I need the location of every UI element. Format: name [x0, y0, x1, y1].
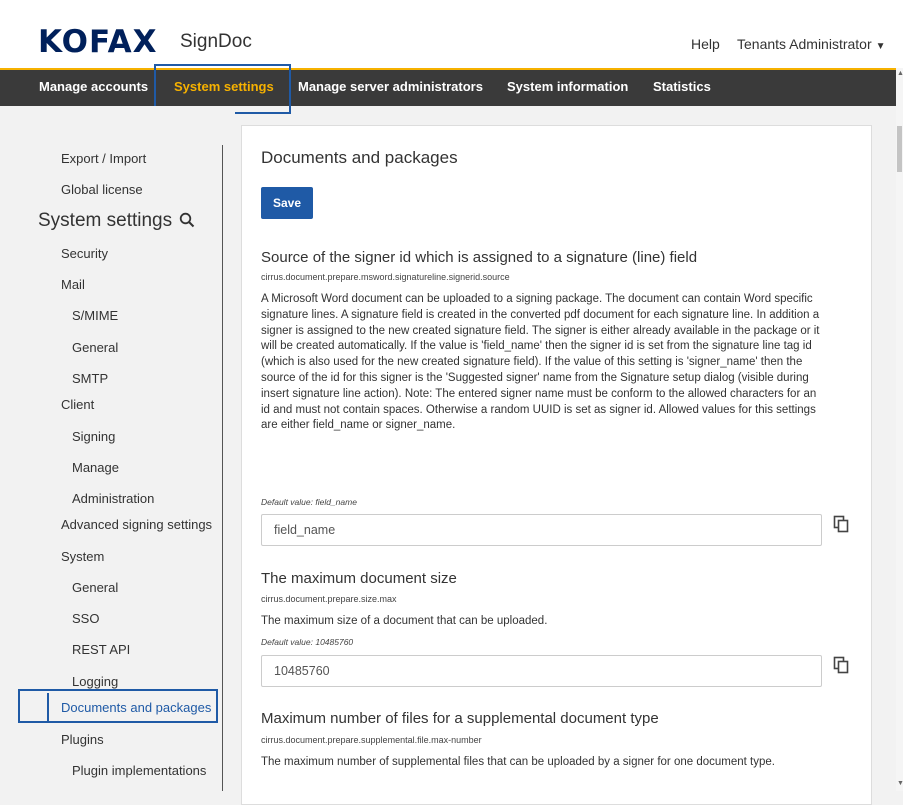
setting-description-max-supplemental-files: The maximum number of supplemental files… [261, 756, 775, 768]
setting-key-max-supplemental-files: cirrus.document.prepare.supplemental.fil… [261, 735, 482, 745]
nav-manage-accounts[interactable]: Manage accounts [39, 79, 148, 94]
sidebar-heading-label: System settings [38, 210, 173, 231]
product-name: SignDoc [180, 31, 252, 52]
kofax-logo: KOFAX [38, 24, 158, 60]
page-title: Documents and packages [261, 148, 458, 167]
save-button[interactable]: Save [261, 187, 313, 219]
sidebar-heading-system-settings: System settings [38, 210, 195, 232]
sidebar-item-client[interactable]: Client [61, 397, 94, 412]
copy-icon[interactable] [833, 515, 849, 533]
app-header: KOFAX SignDoc Help Tenants Administrator… [0, 0, 903, 68]
setting-key-max-document-size: cirrus.document.prepare.size.max [261, 594, 397, 604]
tenant-label: Tenants Administrator [737, 36, 872, 52]
nav-statistics[interactable]: Statistics [653, 79, 711, 94]
tenant-menu[interactable]: Tenants Administrator ▼ [737, 36, 886, 52]
main-nav: Manage accounts System settings Manage s… [0, 68, 903, 106]
setting-default-signer-id-source: Default value: field_name [261, 497, 357, 507]
sidebar-item-logging[interactable]: Logging [72, 674, 118, 689]
setting-default-max-document-size: Default value: 10485760 [261, 637, 354, 647]
sidebar-item-administration[interactable]: Administration [72, 491, 154, 506]
setting-description-max-document-size: The maximum size of a document that can … [261, 615, 548, 627]
setting-input-signer-id-source[interactable] [261, 514, 822, 546]
sidebar-item-export-import[interactable]: Export / Import [61, 151, 146, 166]
sidebar-item-manage[interactable]: Manage [72, 460, 119, 475]
setting-key-signer-id-source: cirrus.document.prepare.msword.signature… [261, 272, 510, 282]
sidebar-item-plugins[interactable]: Plugins [61, 732, 104, 747]
sidebar-item-signing[interactable]: Signing [72, 429, 115, 444]
sidebar-item-sso[interactable]: SSO [72, 611, 99, 626]
sidebar-item-rest-api[interactable]: REST API [72, 642, 130, 657]
help-link[interactable]: Help [691, 36, 720, 52]
sidebar-item-mail-general[interactable]: General [72, 340, 118, 355]
setting-title-signer-id-source: Source of the signer id which is assigne… [261, 249, 698, 266]
page-scrollbar[interactable] [896, 68, 903, 791]
setting-input-max-document-size[interactable] [261, 655, 822, 687]
sidebar-item-advanced-signing-settings[interactable]: Advanced signing settings [61, 517, 212, 532]
sidebar-divider [222, 145, 223, 791]
sidebar-item-system-general[interactable]: General [72, 580, 118, 595]
sidebar-highlight-box [18, 689, 218, 723]
setting-title-max-supplemental-files: Maximum number of files for a supplement… [261, 710, 659, 727]
scrollbar-thumb[interactable] [897, 126, 902, 172]
scroll-down-icon[interactable]: ▼ [897, 780, 903, 787]
nav-system-information[interactable]: System information [507, 79, 628, 94]
copy-icon[interactable] [833, 656, 849, 674]
sidebar-item-global-license[interactable]: Global license [61, 182, 143, 197]
setting-description-signer-id-source: A Microsoft Word document can be uploade… [261, 293, 820, 432]
sidebar-item-security[interactable]: Security [61, 246, 108, 261]
sidebar-item-mail[interactable]: Mail [61, 277, 85, 292]
setting-title-max-document-size: The maximum document size [261, 570, 457, 587]
search-icon[interactable] [179, 212, 195, 228]
settings-panel [241, 125, 872, 805]
caret-down-icon: ▼ [875, 41, 886, 52]
scroll-up-icon[interactable]: ▲ [897, 70, 903, 77]
sidebar-item-plugin-implementations[interactable]: Plugin implementations [72, 763, 206, 778]
sidebar-item-system[interactable]: System [61, 549, 104, 564]
nav-manage-server-administrators[interactable]: Manage server administrators [298, 79, 483, 94]
sidebar-item-smime[interactable]: S/MIME [72, 308, 118, 323]
sidebar-item-smtp[interactable]: SMTP [72, 371, 108, 386]
